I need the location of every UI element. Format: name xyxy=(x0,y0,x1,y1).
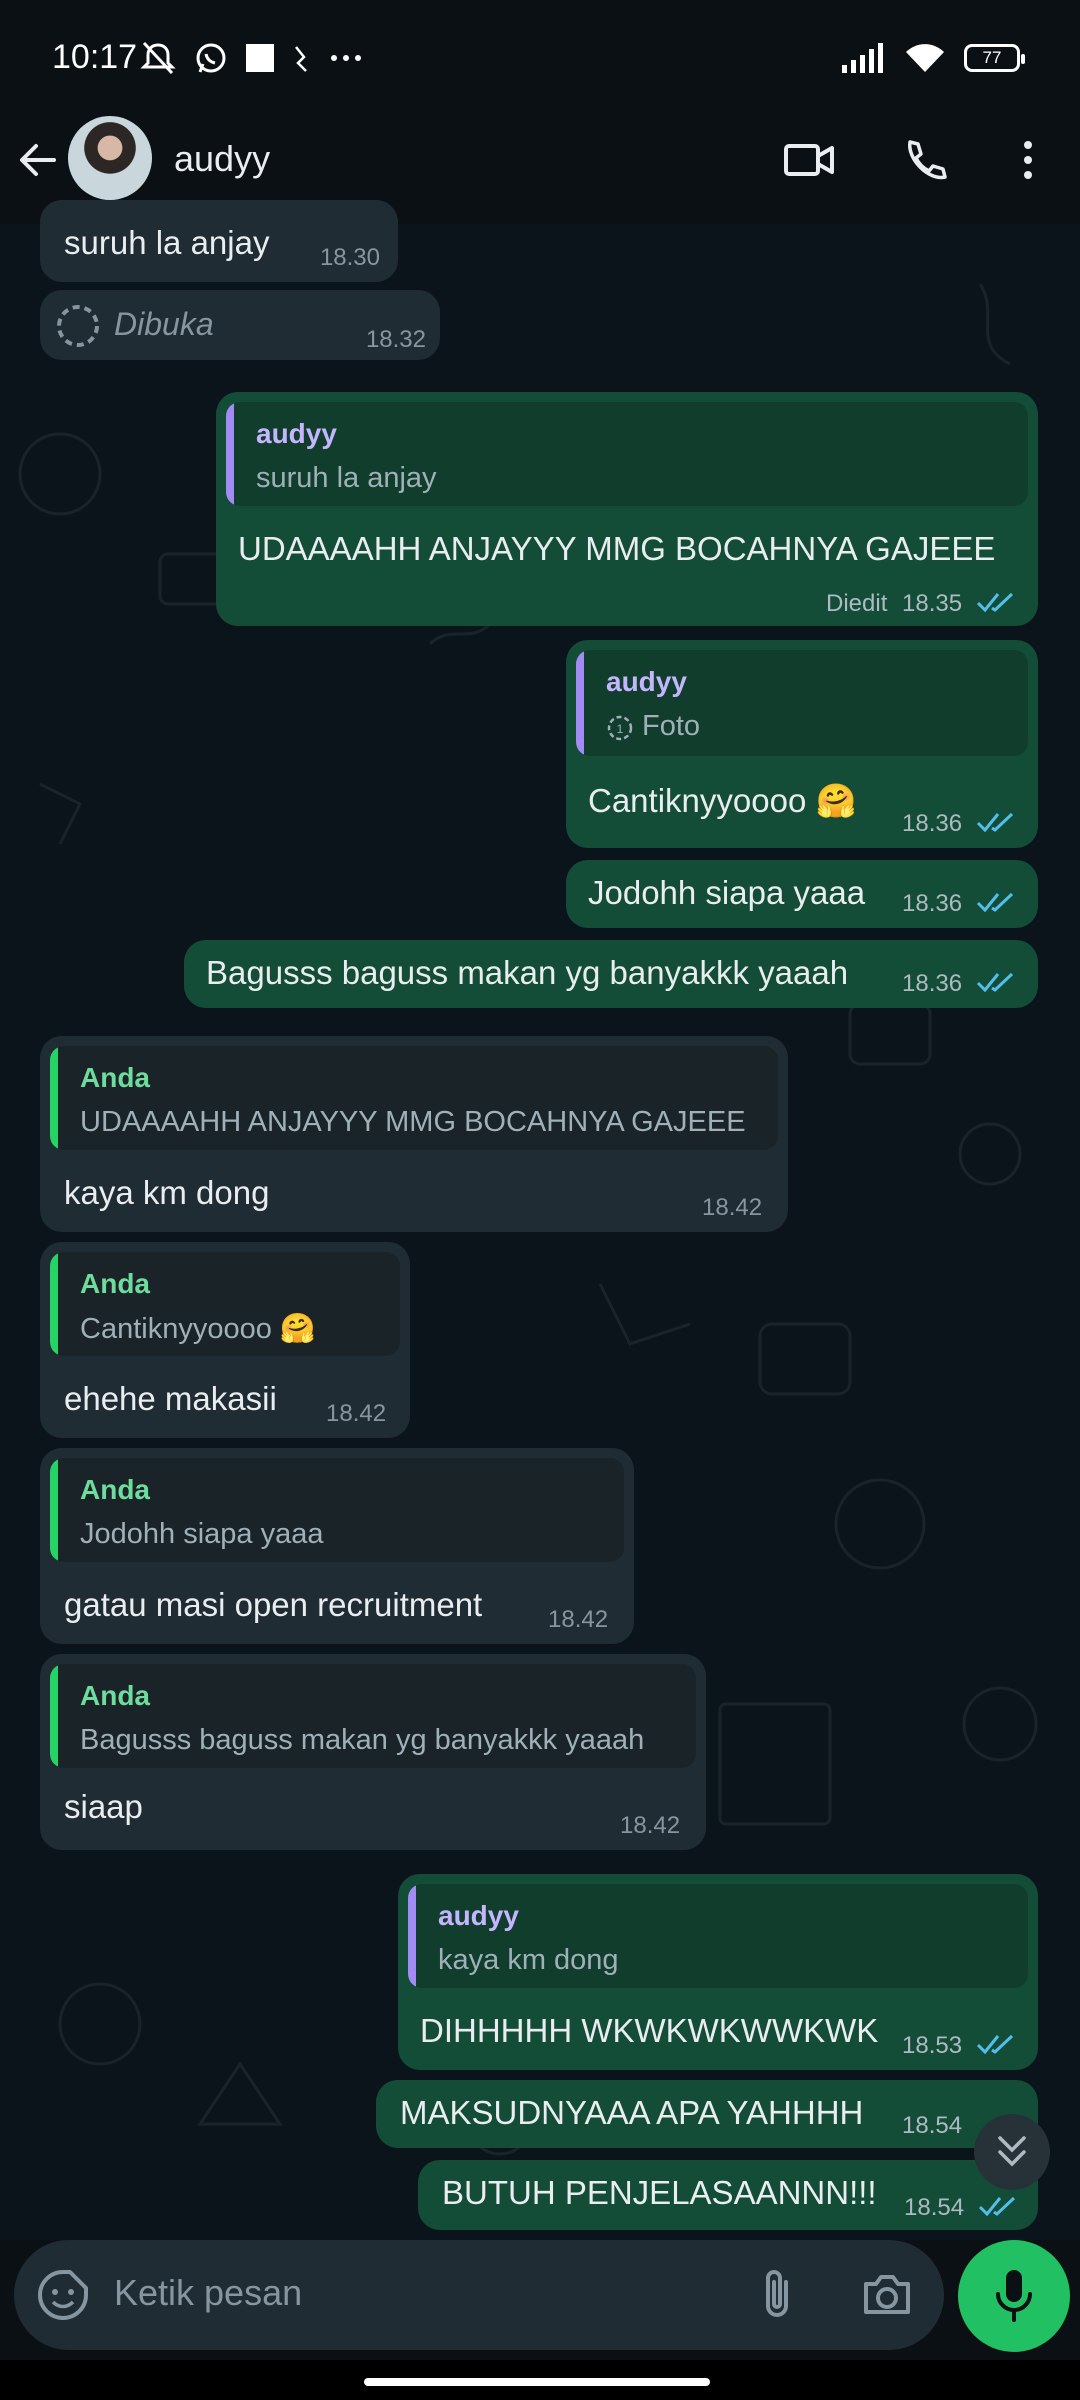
svg-text:1: 1 xyxy=(617,722,624,736)
quoted-message[interactable]: audyy kaya km dong xyxy=(408,1884,1028,1988)
quoted-message[interactable]: Anda Bagusss baguss makan yg banyakkk ya… xyxy=(50,1664,696,1768)
message-text: Cantiknyyoooo 🤗 xyxy=(588,782,857,819)
signal-icon xyxy=(842,43,883,73)
double-check-icon xyxy=(976,892,1014,913)
double-check-icon xyxy=(978,2196,1016,2217)
message-text: MAKSUDNYAAA APA YAHHHH xyxy=(400,2094,864,2131)
message-bubble-incoming[interactable]: suruh la anjay 18.30 xyxy=(40,200,398,282)
message-time: 18.36 xyxy=(902,970,963,997)
voice-record-button[interactable] xyxy=(958,2240,1070,2352)
photo-icon: 1 xyxy=(607,715,633,741)
quoted-text: Cantiknyyoooo 🤗 xyxy=(80,1313,317,1345)
status-bar: 10:17 77 xyxy=(0,0,1080,120)
quoted-sender: audyy xyxy=(606,666,687,697)
message-composer[interactable]: Ketik pesan xyxy=(14,2240,944,2350)
back-arrow-icon[interactable] xyxy=(14,136,62,184)
avatar[interactable] xyxy=(68,116,152,200)
message-text: suruh la anjay xyxy=(64,224,270,261)
quoted-text: UDAAAAHH ANJAYYY MMG BOCAHNYA GAJEEE xyxy=(80,1106,746,1138)
battery-level: 77 xyxy=(982,48,1002,67)
quoted-message[interactable]: audyy 1 Foto xyxy=(576,650,1028,756)
quoted-sender: Anda xyxy=(80,1474,150,1505)
message-bubble-outgoing[interactable]: MAKSUDNYAAA APA YAHHHH 18.54 xyxy=(376,2080,1038,2148)
message-time: 18.42 xyxy=(548,1606,609,1633)
contact-name[interactable]: audyy xyxy=(174,138,270,180)
square-icon xyxy=(246,44,274,72)
quoted-sender: Anda xyxy=(80,1268,150,1299)
attach-icon[interactable] xyxy=(754,2266,800,2324)
voice-call-icon[interactable] xyxy=(900,136,948,184)
message-bubble-outgoing[interactable]: Jodohh siapa yaaa 18.36 xyxy=(566,860,1038,928)
quoted-message[interactable]: Anda Cantiknyyoooo 🤗 xyxy=(50,1252,400,1356)
quoted-message[interactable]: Anda UDAAAAHH ANJAYYY MMG BOCAHNYA GAJEE… xyxy=(50,1046,778,1150)
view-once-label: Dibuka xyxy=(114,306,214,342)
message-text: BUTUH PENJELASAANNN!!! xyxy=(442,2174,877,2211)
double-check-icon xyxy=(976,812,1014,833)
quoted-text: kaya km dong xyxy=(438,1944,619,1976)
message-text: siaap xyxy=(64,1788,143,1825)
quoted-text: Jodohh siapa yaaa xyxy=(80,1518,324,1550)
double-check-icon xyxy=(976,592,1014,613)
message-time: 18.54 xyxy=(904,2194,965,2221)
quoted-message[interactable]: audyy suruh la anjay xyxy=(226,402,1028,506)
double-check-icon xyxy=(976,2034,1014,2055)
message-input[interactable]: Ketik pesan xyxy=(114,2272,302,2314)
message-text: UDAAAAHH ANJAYYY MMG BOCAHNYA GAJEEE xyxy=(238,530,996,567)
microphone-icon xyxy=(996,2270,1032,2322)
message-text: DIHHHHH WKWKWKWWKWK xyxy=(420,2012,879,2049)
view-once-icon xyxy=(57,305,99,347)
status-notification-icons xyxy=(138,40,366,76)
status-system-icons: 77 xyxy=(842,42,1025,74)
message-bubble-incoming[interactable]: Anda Bagusss baguss makan yg banyakkk ya… xyxy=(40,1654,706,1850)
double-chevron-down-icon xyxy=(998,2136,1026,2167)
message-time: 18.42 xyxy=(326,1400,387,1427)
message-time: 18.35 xyxy=(902,590,963,617)
message-bubble-incoming[interactable]: Anda Cantiknyyoooo 🤗 ehehe makasii 18.42 xyxy=(40,1242,410,1438)
message-time: 18.42 xyxy=(702,1194,763,1221)
quoted-sender: Anda xyxy=(80,1062,150,1093)
message-bubble-outgoing[interactable]: audyy kaya km dong DIHHHHH WKWKWKWWKWK 1… xyxy=(398,1874,1038,2070)
message-bubble-outgoing[interactable]: Bagusss baguss makan yg banyakkk yaaah 1… xyxy=(184,940,1038,1008)
quoted-message[interactable]: Anda Jodohh siapa yaaa xyxy=(50,1458,624,1562)
quoted-text: Foto xyxy=(642,710,701,742)
message-bubble-incoming[interactable]: Anda UDAAAAHH ANJAYYY MMG BOCAHNYA GAJEE… xyxy=(40,1036,788,1232)
video-call-icon[interactable] xyxy=(782,136,838,184)
whatsapp-icon xyxy=(196,43,226,73)
emoji-sticker-icon[interactable] xyxy=(36,2268,90,2322)
scroll-to-bottom-button[interactable] xyxy=(974,2114,1050,2190)
quoted-text: suruh la anjay xyxy=(256,462,437,494)
message-text: kaya km dong xyxy=(64,1174,270,1211)
status-time: 10:17 xyxy=(52,38,138,76)
message-bubble-incoming[interactable]: Anda Jodohh siapa yaaa gatau masi open r… xyxy=(40,1448,634,1644)
camera-icon[interactable] xyxy=(860,2270,914,2318)
message-time: 18.30 xyxy=(319,244,380,271)
nfc-icon xyxy=(295,46,307,72)
message-text: ehehe makasii xyxy=(64,1380,277,1417)
more-notifications-icon xyxy=(331,55,361,61)
message-text: Jodohh siapa yaaa xyxy=(588,874,866,911)
more-options-icon[interactable] xyxy=(1016,136,1040,184)
message-time: 18.32 xyxy=(365,326,426,353)
message-bubble-outgoing[interactable]: audyy suruh la anjay UDAAAAHH ANJAYYY MM… xyxy=(216,392,1038,626)
message-bubble-outgoing[interactable]: BUTUH PENJELASAANNN!!! 18.54 xyxy=(418,2160,1038,2230)
mute-icon xyxy=(140,41,176,75)
message-time: 18.42 xyxy=(620,1812,681,1839)
message-time: 18.54 xyxy=(902,2112,963,2139)
battery-icon: 77 xyxy=(964,44,1025,72)
message-text: Bagusss baguss makan yg banyakkk yaaah xyxy=(206,954,849,991)
message-time: 18.53 xyxy=(902,2032,963,2059)
double-check-icon xyxy=(976,972,1014,993)
message-time: 18.36 xyxy=(902,890,963,917)
home-indicator[interactable] xyxy=(364,2378,710,2386)
quoted-sender: Anda xyxy=(80,1680,150,1711)
message-text: gatau masi open recruitment xyxy=(64,1586,483,1623)
quoted-sender: audyy xyxy=(256,418,337,449)
edited-label: Diedit xyxy=(826,590,888,617)
wifi-icon xyxy=(906,44,944,72)
view-once-message[interactable]: Dibuka 18.32 xyxy=(40,290,440,360)
message-bubble-outgoing[interactable]: audyy 1 Foto Cantiknyyoooo 🤗 18.36 xyxy=(566,640,1038,848)
message-time: 18.36 xyxy=(902,810,963,837)
quoted-text: Bagusss baguss makan yg banyakkk yaaah xyxy=(80,1724,645,1756)
quoted-sender: audyy xyxy=(438,1900,519,1931)
